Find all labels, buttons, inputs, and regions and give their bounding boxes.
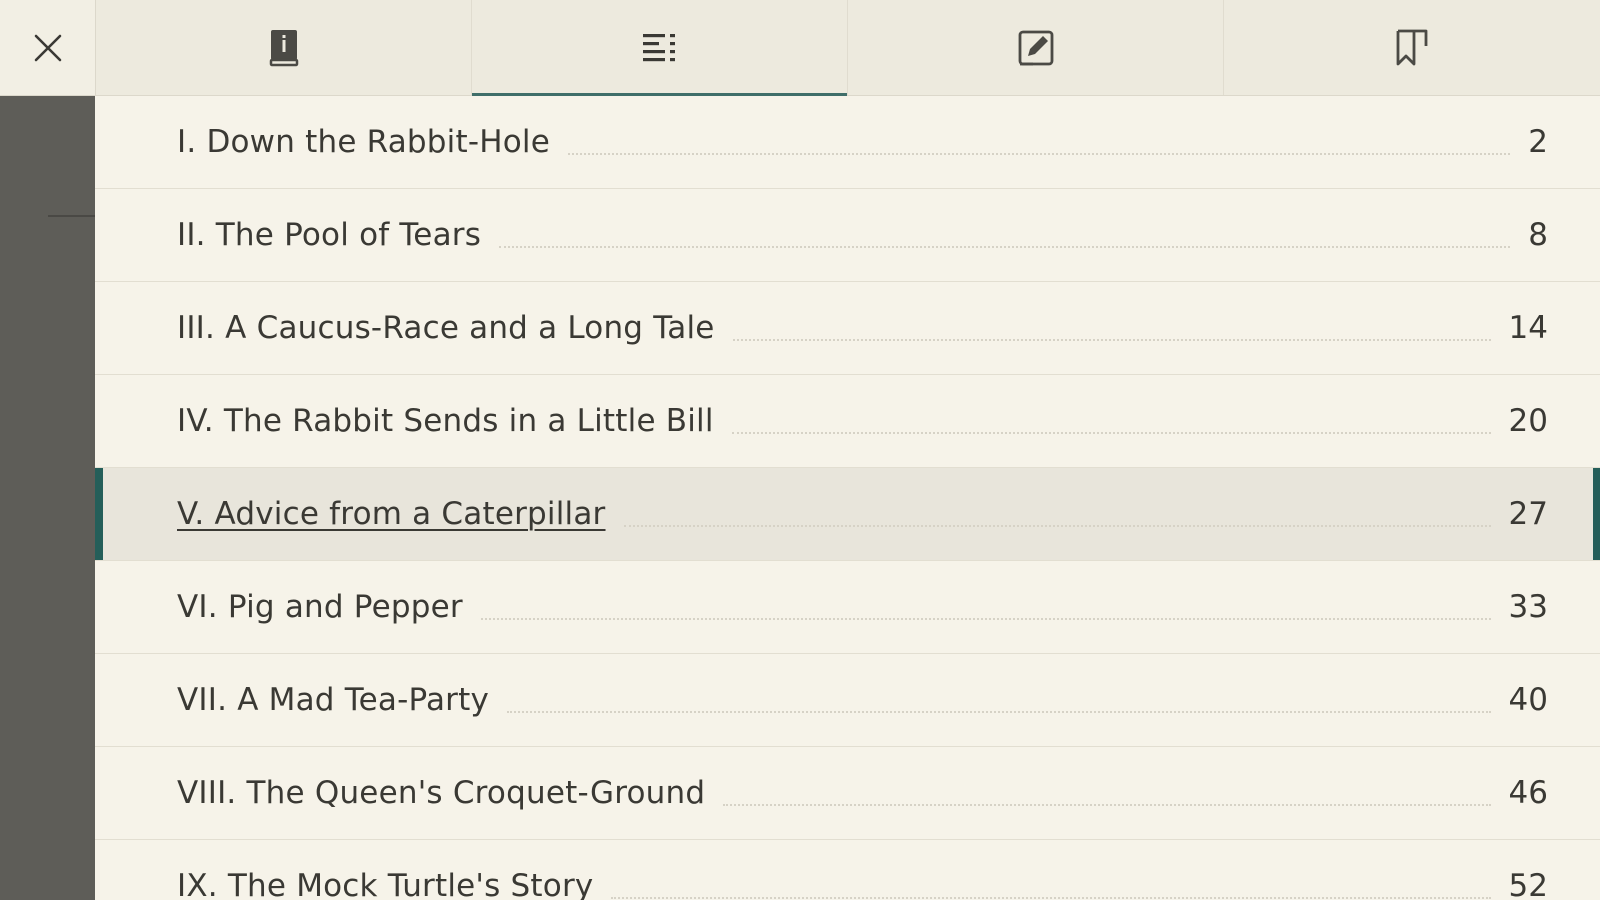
table-of-contents: I. Down the Rabbit-Hole 2 II. The Pool of … xyxy=(95,96,1600,900)
toc-item[interactable]: IX. The Mock Turtle's Story 52 xyxy=(95,840,1600,900)
chapter-page-number: 14 xyxy=(1508,310,1548,346)
tab-book-info[interactable] xyxy=(96,0,472,95)
toc-item[interactable]: II. The Pool of Tears 8 xyxy=(95,189,1600,282)
toc-item[interactable]: VIII. The Queen's Croquet-Ground 46 xyxy=(95,747,1600,840)
chapter-page-number: 46 xyxy=(1508,775,1548,811)
chapter-page-number: 27 xyxy=(1508,496,1548,532)
dotted-leader xyxy=(731,432,1491,434)
chapter-page-number: 52 xyxy=(1508,868,1548,900)
dotted-leader xyxy=(507,711,1491,713)
toc-item[interactable]: IV. The Rabbit Sends in a Little Bill 20 xyxy=(95,375,1600,468)
list-icon xyxy=(642,33,675,61)
tab-bookmarks[interactable] xyxy=(1224,0,1600,95)
chapter-page-number: 8 xyxy=(1528,217,1548,253)
reader-app: I. Down the Rabbit-Hole 2 II. The Pool of … xyxy=(0,0,1600,900)
tab-contents[interactable] xyxy=(472,0,848,96)
chapter-title: VI. Pig and Pepper xyxy=(177,589,463,625)
dotted-leader xyxy=(568,153,1511,155)
note-edit-icon xyxy=(1018,30,1053,65)
dotted-leader xyxy=(732,339,1491,341)
chapter-title: IX. The Mock Turtle's Story xyxy=(177,868,594,900)
dotted-leader xyxy=(611,897,1491,899)
chapter-page-number: 33 xyxy=(1508,589,1548,625)
chapter-page-number: 20 xyxy=(1508,403,1548,439)
dotted-leader xyxy=(723,804,1491,806)
chapter-title: II. The Pool of Tears xyxy=(177,217,482,253)
chapter-title: V. Advice from a Caterpillar xyxy=(177,496,606,532)
chapter-page-number: 40 xyxy=(1508,682,1548,718)
toc-item[interactable]: VII. A Mad Tea-Party 40 xyxy=(95,654,1600,747)
chapter-title: VIII. The Queen's Croquet-Ground xyxy=(177,775,706,811)
dotted-leader xyxy=(623,525,1491,527)
chapter-title: III. A Caucus-Race and a Long Tale xyxy=(177,310,715,346)
toc-item[interactable]: I. Down the Rabbit-Hole 2 xyxy=(95,96,1600,189)
book-info-icon xyxy=(269,29,298,66)
dotted-leader xyxy=(499,246,1511,248)
background-page xyxy=(0,95,95,900)
chapter-title: VII. A Mad Tea-Party xyxy=(177,682,490,718)
bookmark-icon xyxy=(1396,29,1428,65)
toc-item[interactable]: III. A Caucus-Race and a Long Tale 14 xyxy=(95,282,1600,375)
close-icon xyxy=(34,34,61,61)
chapter-page-number: 2 xyxy=(1528,124,1548,160)
close-button[interactable] xyxy=(0,0,96,95)
tab-notes[interactable] xyxy=(848,0,1224,95)
chapter-title: I. Down the Rabbit-Hole xyxy=(177,124,550,160)
navigation-tab-bar xyxy=(0,0,1600,96)
toc-item[interactable]: VI. Pig and Pepper 33 xyxy=(95,561,1600,654)
dotted-leader xyxy=(480,618,1491,620)
chapter-title: IV. The Rabbit Sends in a Little Bill xyxy=(177,403,714,439)
page-rule xyxy=(48,215,95,217)
toc-item-current[interactable]: V. Advice from a Caterpillar 27 xyxy=(95,468,1600,561)
